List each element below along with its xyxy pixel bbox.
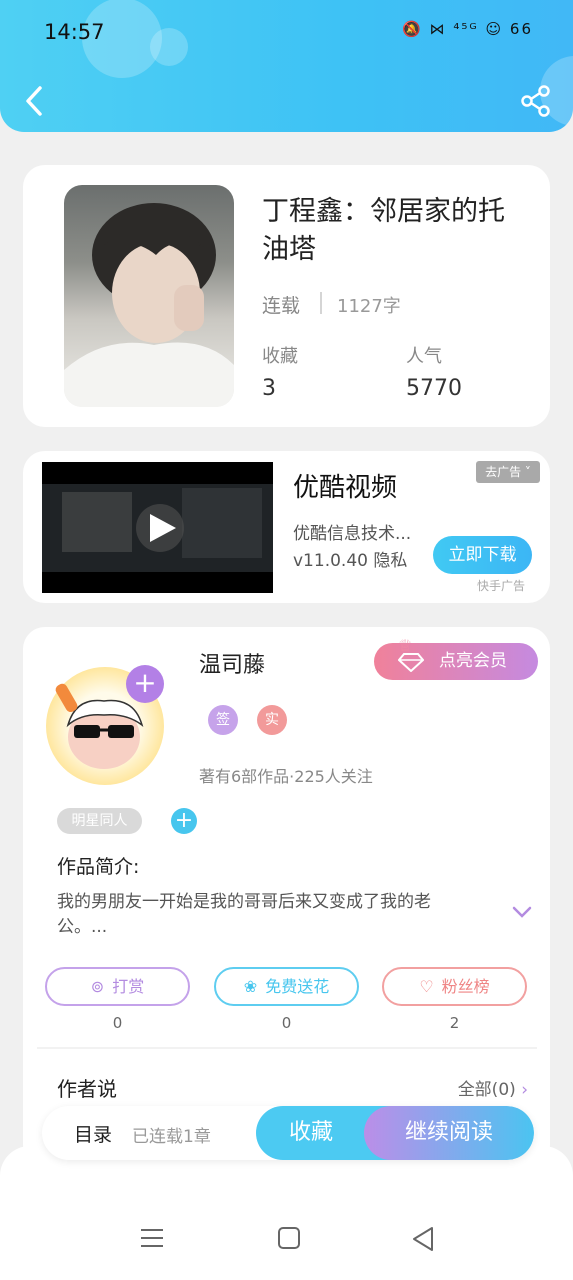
vip-button-label: 点亮会员 xyxy=(439,651,507,671)
author-says-title: 作者说 xyxy=(57,1077,117,1101)
diamond-icon xyxy=(398,653,424,672)
intro-label: 作品简介: xyxy=(57,856,140,878)
flower-count: 0 xyxy=(281,1014,292,1032)
popularity-value: 5770 xyxy=(406,376,462,401)
divider xyxy=(37,1047,537,1049)
book-cover-image[interactable] xyxy=(64,185,234,407)
menu-icon[interactable] xyxy=(140,1226,164,1250)
bottom-action-bar: 目录 已连载1章 收藏 继续阅读 xyxy=(42,1106,534,1160)
genre-tag[interactable]: 明星同人 xyxy=(57,808,142,834)
ad-video-thumbnail[interactable] xyxy=(42,462,273,593)
chapter-count: 已连载1章 xyxy=(132,1127,211,1147)
yen-icon: ⊚ xyxy=(90,977,105,996)
back-nav-icon[interactable] xyxy=(411,1226,435,1252)
vip-button[interactable]: ♕ 点亮会员 xyxy=(374,636,538,680)
chevron-right-icon: › xyxy=(521,1080,528,1100)
flower-icon: ❀ xyxy=(243,977,258,996)
status-time: 14:57 xyxy=(44,20,105,44)
author-name[interactable]: 温司藤 xyxy=(199,647,265,679)
divider xyxy=(320,292,322,314)
send-flower-button[interactable]: ❀ 免费送花 xyxy=(214,967,359,1006)
system-nav-bar xyxy=(0,1146,573,1280)
favorites-value: 3 xyxy=(262,376,276,401)
signed-badge: 签 xyxy=(208,705,238,735)
ad-title: 优酷视频 xyxy=(293,473,398,503)
fan-icon: ♡ xyxy=(419,977,434,996)
fan-ranking-button[interactable]: ♡ 粉丝榜 xyxy=(382,967,527,1006)
ad-download-button[interactable]: 立即下载 xyxy=(433,536,532,574)
intro-text: 我的男朋友一开始是我的哥哥后来又变成了我的老公。... xyxy=(57,892,431,937)
follow-author-button[interactable]: + xyxy=(126,665,164,703)
book-word-count: 1127字 xyxy=(337,296,401,317)
decor-bubble xyxy=(150,28,188,66)
fan-count: 2 xyxy=(449,1014,460,1032)
author-card: + 温司藤 ♕ 点亮会员 签 实 著有6部作品·225人关注 明星同人 + 作品… xyxy=(23,627,550,1167)
ad-card[interactable]: 优酷视频 优酷信息技术... v11.0.40 隐私 去广告 ˅ 立即下载 快手… xyxy=(23,451,550,603)
home-icon[interactable] xyxy=(277,1226,301,1250)
favorites-label: 收藏 xyxy=(262,346,298,367)
status-icons: 🔕 ⋈ ⁴⁵ᴳ ☺ 66 xyxy=(402,20,533,38)
remove-ad-button[interactable]: 去广告 ˅ xyxy=(476,461,540,483)
app-header: 14:57 🔕 ⋈ ⁴⁵ᴳ ☺ 66 xyxy=(0,0,573,132)
back-button[interactable] xyxy=(18,82,52,120)
ad-version: v11.0.40 隐私 xyxy=(293,551,408,571)
book-status: 连载 xyxy=(262,295,301,317)
verified-badge: 实 xyxy=(257,705,287,735)
ad-company: 优酷信息技术... xyxy=(293,524,412,544)
author-meta: 著有6部作品·225人关注 xyxy=(199,767,373,786)
chevron-down-icon[interactable] xyxy=(511,905,533,919)
book-info-card: 丁程鑫：邻居家的托油塔 连载 1127字 收藏 3 人气 5770 xyxy=(23,165,550,427)
add-tag-button[interactable]: + xyxy=(171,808,197,834)
share-button[interactable] xyxy=(519,84,553,118)
tip-count: 0 xyxy=(112,1014,123,1032)
author-says-all-link[interactable]: 全部(0) › xyxy=(458,1075,528,1100)
book-title: 丁程鑫：邻居家的托油塔 xyxy=(262,196,505,265)
popularity-label: 人气 xyxy=(406,346,442,367)
tip-button[interactable]: ⊚ 打赏 xyxy=(45,967,190,1006)
continue-reading-button[interactable]: 继续阅读 xyxy=(364,1106,534,1160)
ad-source-label: 快手广告 xyxy=(477,579,526,593)
toc-button[interactable]: 目录 xyxy=(74,1120,112,1147)
